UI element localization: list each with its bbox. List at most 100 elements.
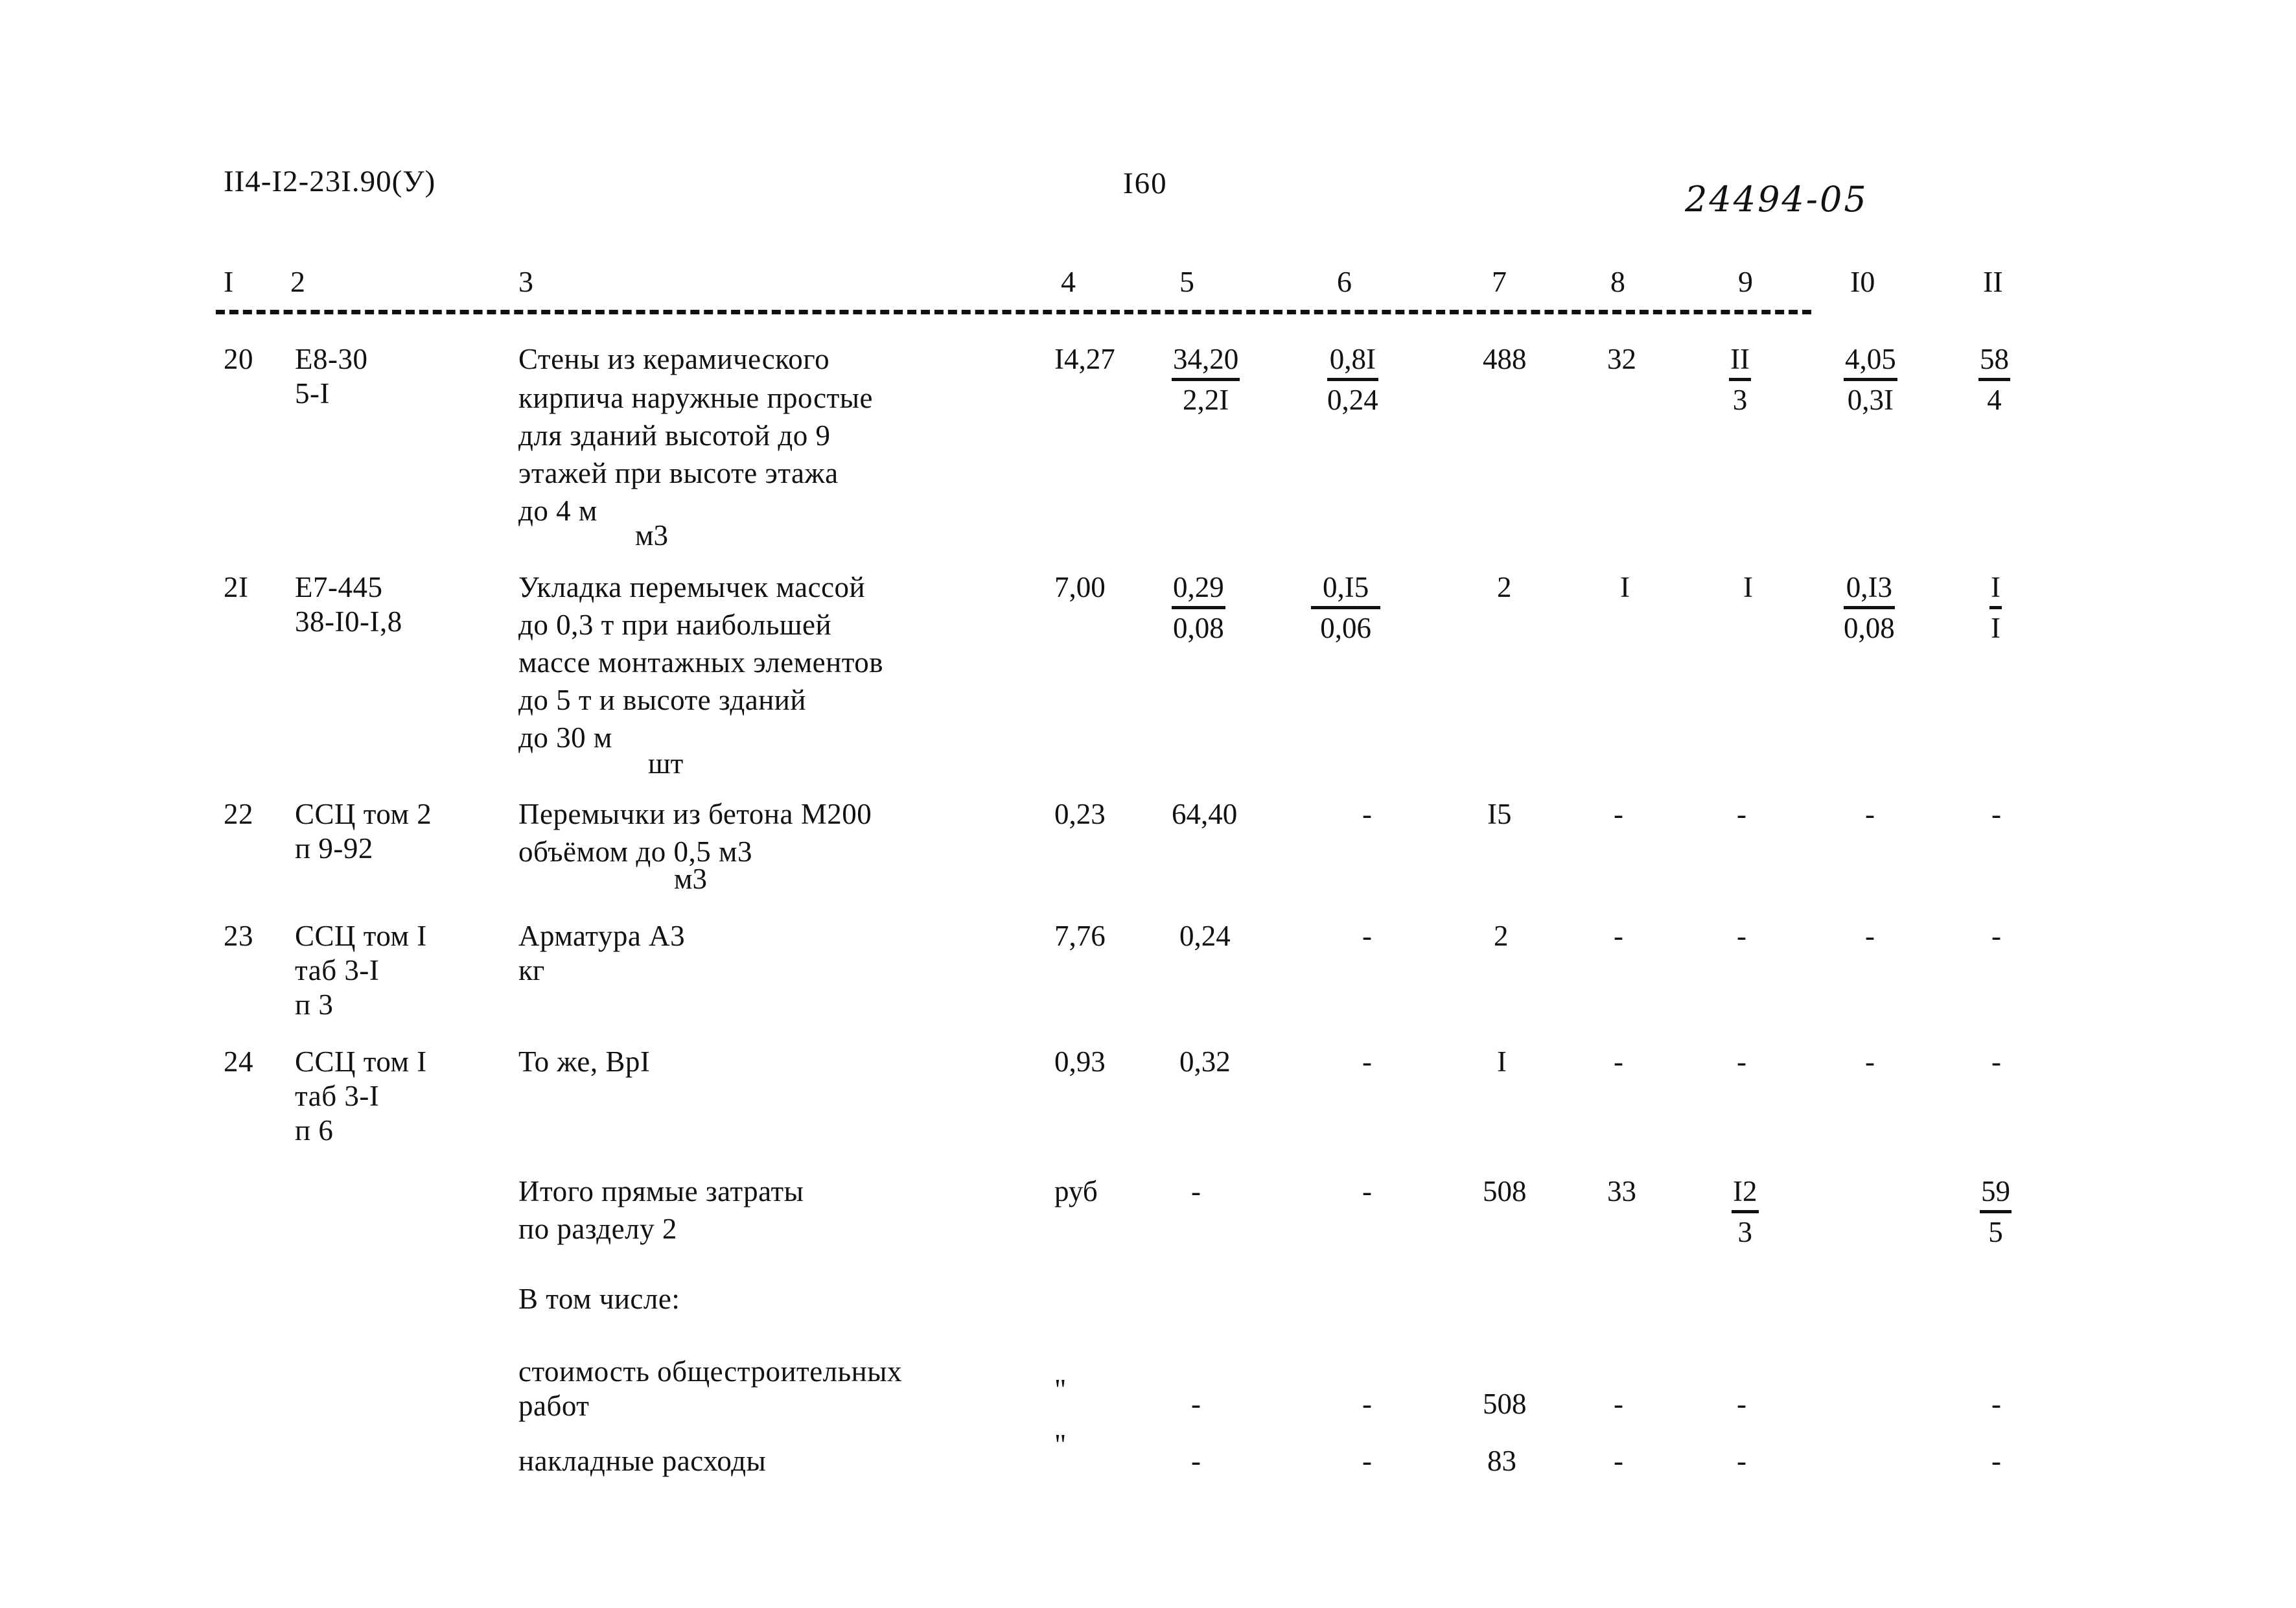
cell-col10-bottom: 0,08 bbox=[1844, 612, 1895, 644]
column-header-7: 7 bbox=[1492, 265, 1507, 298]
row-description: до 0,3 т при наибольшей bbox=[518, 609, 832, 641]
cell-col7: 488 bbox=[1483, 343, 1527, 375]
row-description: Перемычки из бетона М200 bbox=[518, 798, 872, 830]
breakdown-col9: - bbox=[1737, 1445, 1746, 1477]
totals-col9: I2 3 bbox=[1732, 1174, 1759, 1250]
totals-col8: 33 bbox=[1607, 1175, 1636, 1207]
row-number: 24 bbox=[224, 1045, 253, 1078]
row-ref-line: 5-I bbox=[295, 377, 330, 410]
totals-col5: - bbox=[1191, 1175, 1201, 1207]
breakdown-unit: " bbox=[1054, 1428, 1067, 1461]
cell-col5-bottom: 2,2I bbox=[1183, 384, 1229, 416]
cell-col11-bottom: 4 bbox=[1987, 384, 2002, 416]
breakdown-unit: " bbox=[1054, 1373, 1067, 1406]
cell-col9: I bbox=[1743, 571, 1753, 603]
row-description: Укладка перемычек массой bbox=[518, 571, 866, 603]
cell-col9: - bbox=[1737, 920, 1746, 952]
row-number: 22 bbox=[224, 798, 253, 830]
breakdown-label: стоимость общестроительных bbox=[518, 1355, 902, 1388]
cell-col11: 58 4 bbox=[1978, 342, 2010, 417]
cell-col6: - bbox=[1362, 920, 1372, 952]
cell-col7: 2 bbox=[1494, 920, 1509, 952]
breakdown-col7: 508 bbox=[1483, 1388, 1527, 1420]
cell-col5-top: 0,29 bbox=[1172, 570, 1225, 609]
breakdown-col8: - bbox=[1614, 1445, 1623, 1477]
cell-col5: 34,20 2,2I bbox=[1172, 342, 1240, 417]
cell-col11-top: 58 bbox=[1978, 342, 2010, 381]
cell-col4: 0,23 bbox=[1054, 798, 1106, 830]
breakdown-label: накладные расходы bbox=[518, 1445, 767, 1477]
row-unit: м3 bbox=[674, 863, 707, 895]
cell-col8: I bbox=[1620, 571, 1630, 603]
row-ref-line: 38-I0-I,8 bbox=[295, 605, 402, 638]
cell-col4: 7,00 bbox=[1054, 571, 1106, 603]
totals-col11-top: 59 bbox=[1980, 1174, 2012, 1213]
row-number: 2I bbox=[224, 571, 249, 603]
cell-col11-bottom: I bbox=[1991, 612, 2000, 644]
page-number: I60 bbox=[1123, 167, 1168, 200]
breakdown-col5: - bbox=[1191, 1445, 1201, 1477]
totals-col11: 59 5 bbox=[1980, 1174, 2012, 1250]
cell-col5-top: 34,20 bbox=[1172, 342, 1240, 381]
cell-col10-bottom: 0,3I bbox=[1847, 384, 1894, 416]
cell-col10: - bbox=[1865, 798, 1875, 830]
row-description: объёмом до 0,5 м3 bbox=[518, 835, 752, 868]
row-ref-line: п 6 bbox=[295, 1114, 334, 1147]
row-description: до 30 м bbox=[518, 721, 612, 754]
document-code: II4-I2-23I.90(У) bbox=[224, 165, 436, 198]
cell-col4: 7,76 bbox=[1054, 920, 1106, 952]
row-ref-line: п 3 bbox=[295, 988, 334, 1021]
row-number: 23 bbox=[224, 920, 253, 952]
row-description: массе монтажных элементов bbox=[518, 646, 884, 679]
breakdown-col8: - bbox=[1614, 1388, 1623, 1420]
row-ref-line: п 9-92 bbox=[295, 832, 373, 865]
column-header-2: 2 bbox=[290, 265, 305, 298]
cell-col11: - bbox=[1991, 798, 2001, 830]
cell-col9: - bbox=[1737, 1045, 1746, 1078]
cell-col10: - bbox=[1865, 920, 1875, 952]
column-header-5: 5 bbox=[1179, 265, 1194, 298]
cell-col10-top: 4,05 bbox=[1844, 342, 1897, 381]
row-description: кирпича наружные простые bbox=[518, 382, 874, 414]
totals-unit: руб bbox=[1054, 1175, 1098, 1207]
column-header-1: I bbox=[224, 265, 234, 298]
breakdown-label: работ bbox=[518, 1390, 590, 1422]
cell-col7: 2 bbox=[1497, 571, 1512, 603]
row-unit: м3 bbox=[635, 519, 668, 552]
header-divider bbox=[216, 310, 1811, 314]
cell-col7: I bbox=[1497, 1045, 1507, 1078]
row-ref-line: E7-445 bbox=[295, 571, 383, 603]
cell-col6-bottom: 0,06 bbox=[1320, 612, 1371, 644]
column-header-8: 8 bbox=[1610, 265, 1625, 298]
row-unit: шт bbox=[648, 747, 684, 780]
totals-col11-bottom: 5 bbox=[1988, 1216, 2003, 1248]
breakdown-heading: В том числе: bbox=[518, 1283, 680, 1315]
cell-col5: 0,32 bbox=[1179, 1045, 1231, 1078]
cell-col10: 0,I3 0,08 bbox=[1844, 570, 1895, 646]
totals-col9-top: I2 bbox=[1732, 1174, 1759, 1213]
breakdown-col7: 83 bbox=[1487, 1445, 1516, 1477]
cell-col6-top: 0,I5 bbox=[1311, 570, 1381, 609]
row-ref-line: E8-30 bbox=[295, 343, 368, 375]
row-description: для зданий высотой до 9 bbox=[518, 419, 831, 452]
cell-col9-bottom: 3 bbox=[1732, 384, 1748, 416]
cell-col5: 64,40 bbox=[1172, 798, 1238, 830]
cell-col8: - bbox=[1614, 920, 1623, 952]
cell-col11: I I bbox=[1989, 570, 2002, 646]
cell-col4: 0,93 bbox=[1054, 1045, 1106, 1078]
row-ref-line: ССЦ том I bbox=[295, 1045, 427, 1078]
row-description: этажей при высоте этажа bbox=[518, 457, 839, 489]
column-header-11: II bbox=[1983, 265, 2003, 298]
row-ref-line: ССЦ том 2 bbox=[295, 798, 432, 830]
cell-col8: 32 bbox=[1607, 343, 1636, 375]
row-ref-line: ССЦ том I bbox=[295, 920, 427, 952]
cell-col5: 0,24 bbox=[1179, 920, 1231, 952]
cell-col6: - bbox=[1362, 1045, 1372, 1078]
row-unit: кг bbox=[518, 954, 545, 986]
cell-col6: 0,I5 0,06 bbox=[1311, 570, 1381, 646]
cell-col11: - bbox=[1991, 920, 2001, 952]
breakdown-col6: - bbox=[1362, 1445, 1372, 1477]
column-header-10: I0 bbox=[1850, 265, 1875, 298]
column-header-3: 3 bbox=[518, 265, 533, 298]
column-header-9: 9 bbox=[1738, 265, 1753, 298]
